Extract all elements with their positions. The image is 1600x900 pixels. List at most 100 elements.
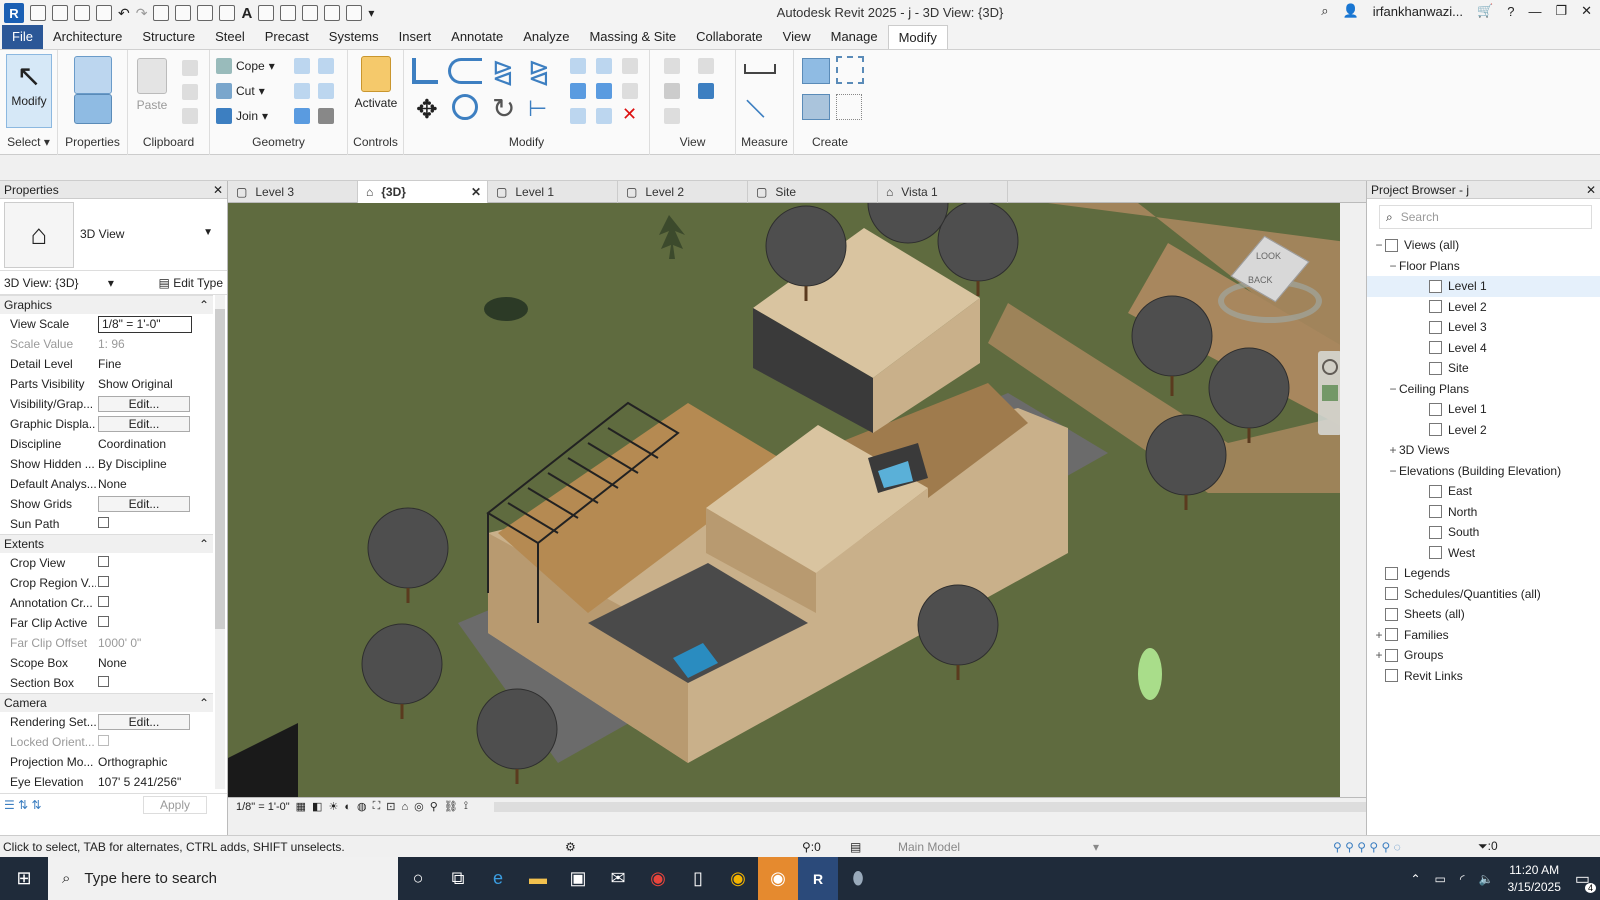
browser-node[interactable]: − Views (all) [1367,235,1600,256]
edit-type-button[interactable]: ▤ Edit Type [159,276,223,290]
properties-icon[interactable] [74,94,112,124]
browser-node[interactable]: South [1367,522,1600,543]
view-lines-icon[interactable] [698,83,714,99]
dimension-icon[interactable] [219,5,236,21]
browser-node[interactable]: + Families [1367,625,1600,646]
prop-row[interactable]: Show Hidden ... By Discipline [0,454,213,474]
tab-annotate[interactable]: Annotate [441,25,513,49]
section-box-checkbox[interactable] [98,676,109,687]
split-element-icon[interactable] [570,58,586,74]
viewcube-face-back[interactable]: BACK [1248,275,1273,285]
browser-node[interactable]: +3D Views [1367,440,1600,461]
split-gap-icon[interactable] [596,58,612,74]
collapse-icon[interactable]: − [1387,464,1399,478]
crop-view-checkbox[interactable] [98,556,109,567]
browser-search[interactable]: ⌕ Search [1379,205,1592,229]
prop-row[interactable]: Parts Visibility Show Original [0,374,213,394]
browser-node[interactable]: Legends [1367,563,1600,584]
undo-icon[interactable]: ↶ [118,5,130,22]
maps-icon[interactable]: ⬮ [838,857,878,900]
shadows-icon[interactable]: ◐ [344,801,351,813]
edit-button[interactable]: Edit... [98,496,190,512]
redo-icon[interactable]: ↷ [136,5,148,22]
viewcube[interactable]: LOOK BACK [1218,235,1322,325]
wifi-icon[interactable]: ◜ [1460,872,1465,886]
close-tab-icon[interactable]: ✕ [471,185,481,199]
close-properties-icon[interactable]: ✕ [213,183,223,197]
demolish-icon[interactable] [318,83,334,99]
trim-single-icon[interactable] [570,108,586,124]
analytical-icon[interactable]: ⟟ [464,800,468,813]
view-filter-icon[interactable] [664,108,680,124]
tab-precast[interactable]: Precast [255,25,319,49]
tab-manage[interactable]: Manage [821,25,888,49]
apply-button[interactable]: Apply [142,795,207,814]
user-name[interactable]: irfankhanwazi... [1373,4,1463,19]
view-tab[interactable]: ▢ Level 1 [488,181,618,203]
cortana-icon[interactable]: ○ [398,857,438,900]
far-clip-checkbox[interactable] [98,616,109,627]
measure-ruler-icon[interactable] [744,64,776,74]
paint-icon[interactable] [318,58,334,74]
tab-massing-site[interactable]: Massing & Site [579,25,686,49]
view-tab[interactable]: ▢ Level 2 [618,181,748,203]
clock[interactable]: 11:20 AM 3/15/2025 [1507,862,1560,896]
print-icon[interactable] [153,5,170,21]
browser-node[interactable]: Level 3 [1367,317,1600,338]
mirror-pick-icon[interactable]: ⧎ [492,56,514,87]
horizontal-scrollbar[interactable] [493,801,1366,812]
properties-scrollbar[interactable] [215,295,225,789]
select-dropdown[interactable]: Select ▾ [0,135,57,149]
render-icon[interactable]: ◍ [357,800,367,813]
view-tab[interactable]: ▢ Level 3 [228,181,358,203]
unpin-icon[interactable] [622,83,638,99]
browser-node[interactable]: North [1367,502,1600,523]
instance-selector[interactable]: 3D View: {3D} ▾ [4,276,114,290]
aligned-dimension-icon[interactable]: — [738,90,774,127]
crop-region-checkbox[interactable] [98,576,109,587]
visual-style-icon[interactable]: ◧ [312,800,322,813]
array-icon[interactable] [570,83,586,99]
chrome-icon[interactable]: ◉ [638,857,678,900]
detail-level-icon[interactable]: ▦ [296,800,306,813]
create-similar-icon[interactable] [836,94,862,120]
canvas-vertical-scrollbar[interactable] [1340,203,1354,797]
hammer-icon[interactable] [318,108,334,124]
activate-button[interactable]: Activate [352,56,400,110]
binoculars-icon[interactable]: ⌕ [1321,3,1328,19]
save-icon[interactable] [74,5,90,21]
browser-node[interactable]: Site [1367,358,1600,379]
browser-node[interactable]: Schedules/Quantities (all) [1367,584,1600,605]
show-crop-icon[interactable]: ⊡ [386,800,395,813]
cut-button[interactable]: Cut ▾ [216,83,265,99]
wall-joins-icon[interactable] [294,83,310,99]
align-icon[interactable] [412,58,438,84]
type-properties-icon[interactable] [74,56,112,94]
chrome-active-icon[interactable]: ◉ [758,857,798,900]
tab-structure[interactable]: Structure [132,25,205,49]
annotation-crop-checkbox[interactable] [98,596,109,607]
minimize-icon[interactable]: — [1528,4,1541,19]
prop-row[interactable]: Detail Level Fine [0,354,213,374]
view-scale-control[interactable]: 1/8" = 1'-0" [236,801,290,813]
worksharing-icon[interactable]: ⛓ [444,800,458,813]
collapse-icon[interactable]: − [1387,382,1399,396]
view-tab[interactable]: ⌂ Vista 1 [878,181,1008,203]
group-camera[interactable]: Camera ⌃ [0,693,213,712]
create-parts-icon[interactable] [836,56,864,84]
task-view-icon[interactable]: ⧉ [438,857,478,900]
cart-icon[interactable]: 🛒 [1477,3,1493,19]
browser-node[interactable]: Sheets (all) [1367,604,1600,625]
browser-node[interactable]: Level 2 [1367,297,1600,318]
prop-row[interactable]: Discipline Coordination [0,434,213,454]
model-icon[interactable]: ▤ [850,840,861,854]
scale-icon[interactable] [596,83,612,99]
mirror-draw-icon[interactable]: ⧎ [528,56,550,87]
lock-view-icon[interactable]: ⌂ [402,801,409,813]
tab-view[interactable]: View [773,25,821,49]
design-options[interactable]: ⚲:0 [802,840,821,854]
create-group-icon[interactable] [802,94,830,120]
browser-node[interactable]: Level 1 [1367,399,1600,420]
view-tab[interactable]: ▢ Site [748,181,878,203]
sort-icons[interactable]: ☰ ⇅ ⇅ [4,798,42,812]
